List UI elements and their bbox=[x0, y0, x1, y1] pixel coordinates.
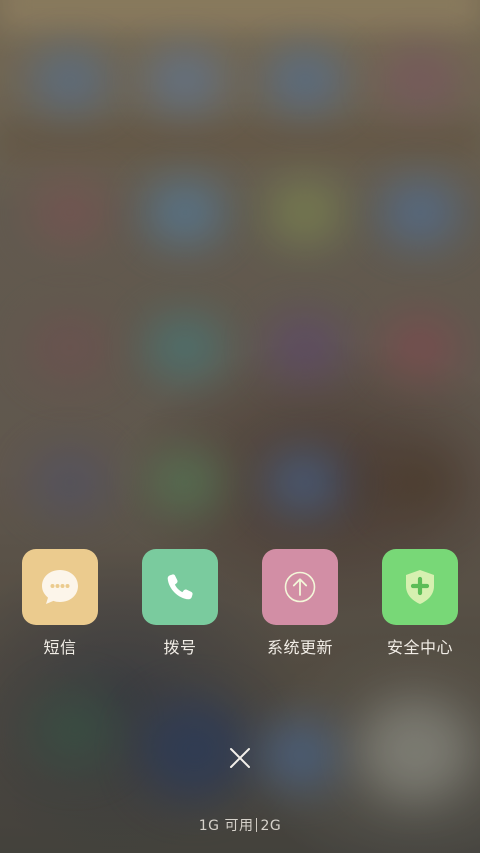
close-icon bbox=[230, 748, 250, 768]
shortcut-label: 短信 bbox=[43, 638, 77, 657]
sms-tile[interactable] bbox=[22, 549, 98, 625]
dialer-tile[interactable] bbox=[142, 549, 218, 625]
memory-available: 1G 可用 bbox=[198, 818, 254, 834]
shortcut-label: 拨号 bbox=[163, 638, 197, 657]
shortcut-sms[interactable]: 短信 bbox=[0, 549, 120, 658]
shortcut-security-center[interactable]: 安全中心 bbox=[360, 549, 480, 658]
blurred-home-backdrop bbox=[0, 0, 480, 853]
system-update-tile[interactable] bbox=[262, 549, 338, 625]
message-bubble-icon bbox=[42, 570, 78, 604]
shortcut-label: 安全中心 bbox=[386, 638, 453, 657]
shortcut-label: 系统更新 bbox=[266, 638, 333, 657]
memory-status: 1G 可用 2G bbox=[0, 815, 480, 835]
security-center-tile[interactable] bbox=[382, 549, 458, 625]
memory-total: 2G bbox=[260, 818, 282, 834]
phone-icon bbox=[167, 574, 193, 600]
quick-shortcuts: 短信 拨号 系统更新 安全中心 bbox=[0, 549, 480, 659]
shortcut-dialer[interactable]: 拨号 bbox=[120, 549, 240, 658]
upload-arrow-icon bbox=[284, 571, 316, 603]
shield-plus-icon bbox=[406, 570, 434, 604]
close-button[interactable] bbox=[222, 740, 258, 776]
memory-divider bbox=[256, 818, 258, 832]
shortcut-system-update[interactable]: 系统更新 bbox=[240, 549, 360, 658]
